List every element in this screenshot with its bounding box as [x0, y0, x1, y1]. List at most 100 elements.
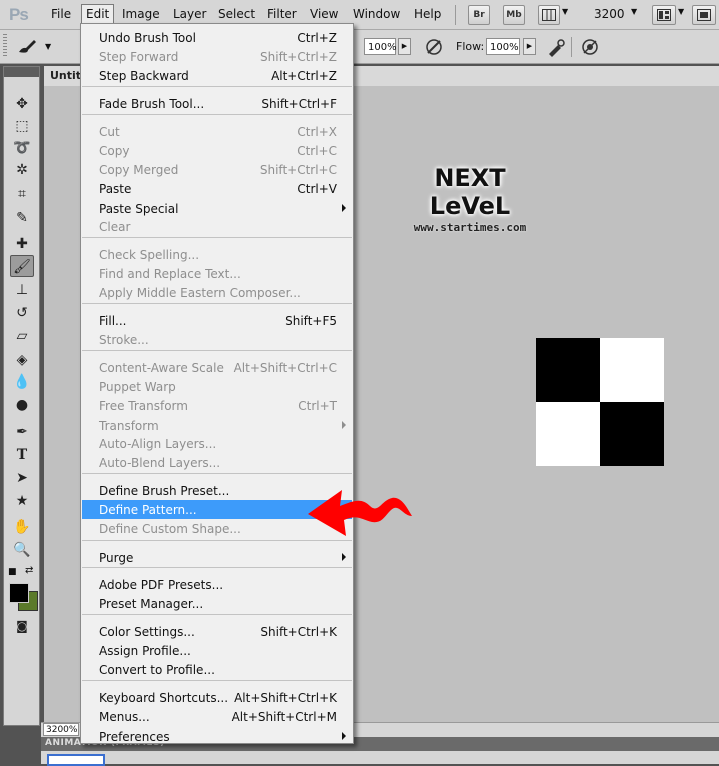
menu-item-adobe-pdf-presets[interactable]: Adobe PDF Presets... [82, 575, 352, 594]
swap-colors-icon[interactable]: ⇄ [25, 565, 33, 576]
marquee-icon[interactable]: ⬚ [10, 115, 34, 137]
shape-icon[interactable]: ★ [10, 490, 34, 512]
menu-item-free-transform: Free Transform Ctrl+T [82, 396, 352, 415]
flow-slider-button[interactable]: ▶ [523, 38, 536, 55]
paint-bucket-icon[interactable]: ◈ [10, 349, 34, 371]
menu-item-label: Define Pattern... [99, 503, 197, 517]
menu-item-label: Preferences [99, 730, 170, 744]
toolbox-grip[interactable] [4, 67, 39, 77]
menu-item-label: Step Backward [99, 69, 189, 83]
clone-stamp-icon[interactable]: ⊥ [10, 279, 34, 301]
animation-frame[interactable] [47, 754, 105, 766]
menu-item-keyboard-shortcuts[interactable]: Keyboard Shortcuts... Alt+Shift+Ctrl+K [82, 688, 352, 707]
menu-help[interactable]: Help [414, 7, 441, 21]
menu-item-undo-brush-tool[interactable]: Undo Brush Tool Ctrl+Z [82, 28, 352, 47]
blur-icon[interactable]: 💧 [10, 371, 34, 393]
eraser-icon[interactable]: ▱ [10, 325, 34, 347]
pen-icon[interactable]: ✒ [10, 421, 34, 443]
hand-icon[interactable]: ✋ [10, 516, 34, 538]
move-icon[interactable]: ✥ [10, 93, 34, 115]
menu-item-copy-merged: Copy Merged Shift+Ctrl+C [82, 160, 352, 179]
menu-item-label: Define Brush Preset... [99, 484, 230, 498]
zoom-level-select[interactable]: 3200 [594, 7, 625, 21]
menu-item-stroke: Stroke... [82, 330, 352, 349]
menu-item-label: Step Forward [99, 50, 179, 64]
menu-item-fade-brush-tool[interactable]: Fade Brush Tool... Shift+Ctrl+F [82, 94, 352, 113]
lasso-icon[interactable]: ➰ [10, 137, 34, 159]
menu-file[interactable]: File [51, 7, 71, 21]
type-icon[interactable]: T [10, 444, 34, 466]
menu-window[interactable]: Window [353, 7, 400, 21]
menu-edit[interactable]: Edit [81, 4, 115, 24]
menu-item-assign-profile[interactable]: Assign Profile... [82, 641, 352, 660]
opacity-input[interactable]: 100% [364, 38, 397, 55]
menu-item-fill[interactable]: Fill... Shift+F5 [82, 311, 352, 330]
airbrush-icon [549, 39, 565, 57]
foreground-color-swatch[interactable] [9, 583, 29, 603]
menu-select[interactable]: Select [218, 7, 255, 21]
menu-item-puppet-warp: Puppet Warp [82, 377, 352, 396]
chevron-down-icon[interactable]: ▼ [562, 7, 568, 16]
menu-item-label: Convert to Profile... [99, 663, 215, 677]
zoom-status-field[interactable]: 3200% [43, 723, 79, 736]
checker-cell [536, 402, 600, 466]
menu-item-paste-special[interactable]: Paste Special [82, 199, 352, 218]
menu-item-label: Color Settings... [99, 625, 195, 639]
screen-mode-button[interactable] [692, 5, 716, 25]
chevron-down-icon[interactable]: ▼ [631, 7, 637, 16]
crop-icon[interactable]: ⌗ [10, 183, 34, 205]
menu-item-step-backward[interactable]: Step Backward Alt+Ctrl+Z [82, 66, 352, 85]
bridge-button[interactable]: Br [468, 5, 490, 25]
menu-item-auto-blend-layers: Auto-Blend Layers... [82, 453, 352, 472]
optionsbar-separator [571, 37, 572, 57]
arrange-documents-button[interactable] [652, 5, 676, 25]
menu-view[interactable]: View [310, 7, 338, 21]
menu-item-shortcut: Ctrl+T [298, 399, 337, 413]
menu-item-label: Fill... [99, 314, 127, 328]
checker-cell [600, 338, 664, 402]
chevron-down-icon[interactable]: ▼ [45, 42, 51, 51]
eyedropper-icon[interactable]: ✎ [10, 207, 34, 229]
pressure-opacity-toggle[interactable] [424, 37, 444, 60]
menu-item-preset-manager[interactable]: Preset Manager... [82, 594, 352, 613]
menu-item-shortcut: Alt+Shift+Ctrl+C [233, 361, 337, 375]
healing-brush-icon[interactable]: ✚ [10, 233, 34, 255]
menu-item-color-settings[interactable]: Color Settings... Shift+Ctrl+K [82, 622, 352, 641]
menu-filter[interactable]: Filter [267, 7, 297, 21]
quick-select-icon[interactable]: ✲ [10, 159, 34, 181]
tool-preset-picker[interactable] [16, 37, 42, 57]
menu-item-shortcut: Shift+F5 [285, 314, 337, 328]
pressure-size-toggle[interactable] [580, 37, 600, 60]
watermark-title: NEXT LeVeL [429, 164, 511, 220]
menu-item-check-spelling: Check Spelling... [82, 245, 352, 264]
menu-item-label: Define Custom Shape... [99, 522, 241, 536]
menu-layer[interactable]: Layer [173, 7, 206, 21]
minibridge-button[interactable]: Mb [503, 5, 525, 25]
menu-item-preferences[interactable]: Preferences [82, 727, 352, 746]
path-select-icon[interactable]: ➤ [10, 467, 34, 489]
zoom-icon[interactable]: 🔍 [10, 539, 34, 561]
options-bar-grip[interactable] [3, 34, 7, 58]
airbrush-toggle[interactable] [546, 37, 566, 60]
menu-item-copy: Copy Ctrl+C [82, 141, 352, 160]
layout-icon [657, 9, 671, 21]
history-brush-icon[interactable]: ↺ [10, 302, 34, 324]
flow-input[interactable]: 100% [486, 38, 520, 55]
default-colors-icon[interactable]: ■ [8, 567, 17, 577]
menu-image[interactable]: Image [122, 7, 160, 21]
menu-item-shortcut: Ctrl+X [297, 125, 337, 139]
menu-item-menus[interactable]: Menus... Alt+Shift+Ctrl+M [82, 707, 352, 726]
brush-icon[interactable]: 🖌 [10, 255, 34, 277]
dodge-icon[interactable]: ● [10, 394, 34, 416]
menu-item-label: Paste Special [99, 202, 179, 216]
menu-item-convert-to-profile[interactable]: Convert to Profile... [82, 660, 352, 679]
quick-mask-icon[interactable]: ◙ [10, 615, 34, 637]
opacity-slider-button[interactable]: ▶ [398, 38, 411, 55]
menu-item-shortcut: Shift+Ctrl+F [261, 97, 337, 111]
menu-item-paste[interactable]: Paste Ctrl+V [82, 179, 352, 198]
menu-separator [82, 473, 352, 474]
chevron-down-icon[interactable]: ▼ [678, 7, 684, 16]
view-extras-button[interactable] [538, 5, 560, 25]
menu-item-shortcut: Shift+Ctrl+Z [260, 50, 337, 64]
menu-item-purge[interactable]: Purge [82, 548, 352, 567]
